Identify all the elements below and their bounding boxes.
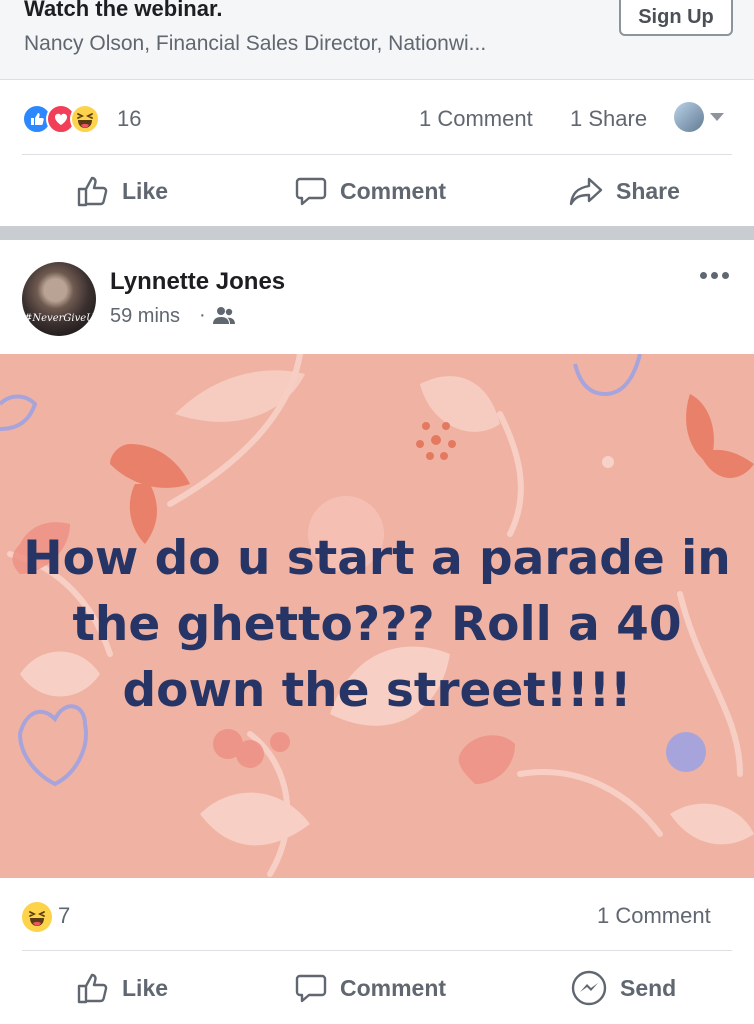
post-action-bar: Like Comment Send — [0, 953, 754, 1023]
comments-count[interactable]: 1 Comment — [419, 106, 533, 132]
feed-separator — [0, 226, 754, 240]
comment-label: Comment — [340, 177, 447, 204]
thumbs-up-icon — [77, 176, 108, 207]
divider — [22, 154, 732, 155]
author-name[interactable]: Lynnette Jones — [110, 268, 285, 296]
haha-reaction-icon — [70, 104, 100, 134]
chevron-down-icon[interactable] — [710, 113, 724, 121]
link-title[interactable]: Watch the webinar. — [24, 0, 222, 22]
comments-count[interactable]: 1 Comment — [597, 903, 711, 929]
sign-up-button[interactable]: Sign Up — [619, 0, 733, 36]
comment-label: Comment — [340, 974, 447, 1001]
post-action-bar: Like Comment Share — [0, 156, 754, 226]
friends-icon[interactable] — [213, 306, 235, 326]
post-reactions-summary[interactable]: 16 1 Comment 1 Share — [0, 82, 754, 156]
comment-button[interactable]: Comment — [294, 953, 446, 1023]
share-label: Share — [616, 177, 680, 204]
comment-button[interactable]: Comment — [294, 156, 446, 226]
shares-count[interactable]: 1 Share — [570, 106, 647, 132]
reaction-icons — [22, 104, 100, 134]
post-timestamp[interactable]: 59 mins — [110, 305, 180, 328]
like-button[interactable]: Like — [76, 156, 168, 226]
colored-text-post[interactable]: How do u start a parade in the ghetto???… — [0, 354, 754, 878]
comment-icon — [295, 177, 327, 206]
more-options-button[interactable] — [700, 272, 729, 279]
share-icon — [569, 177, 603, 206]
link-description: Nancy Olson, Financial Sales Director, N… — [24, 32, 487, 55]
reacting-as-avatar[interactable] — [674, 102, 704, 132]
more-dot — [722, 272, 729, 279]
like-label: Like — [122, 177, 169, 204]
avatar-caption: #NeverGiveUp — [24, 313, 96, 324]
share-button[interactable]: Share — [568, 156, 680, 226]
thumbs-up-icon — [77, 973, 108, 1004]
reaction-count[interactable]: 16 — [117, 106, 141, 132]
haha-reaction-icon[interactable] — [22, 902, 52, 932]
sponsored-link-preview[interactable]: Watch the webinar. Nancy Olson, Financia… — [0, 0, 754, 80]
post-body-text: How do u start a parade in the ghetto???… — [23, 531, 731, 718]
messenger-icon — [571, 970, 607, 1006]
like-button[interactable]: Like — [76, 953, 168, 1023]
author-avatar[interactable]: #NeverGiveUp — [22, 262, 96, 336]
like-label: Like — [122, 974, 169, 1001]
send-button[interactable]: Send — [570, 953, 676, 1023]
send-label: Send — [620, 974, 677, 1001]
comment-icon — [295, 974, 327, 1003]
divider — [22, 950, 732, 951]
reaction-count[interactable]: 7 — [58, 903, 70, 929]
meta-separator: · — [199, 304, 206, 326]
more-dot — [700, 272, 707, 279]
more-dot — [711, 272, 718, 279]
